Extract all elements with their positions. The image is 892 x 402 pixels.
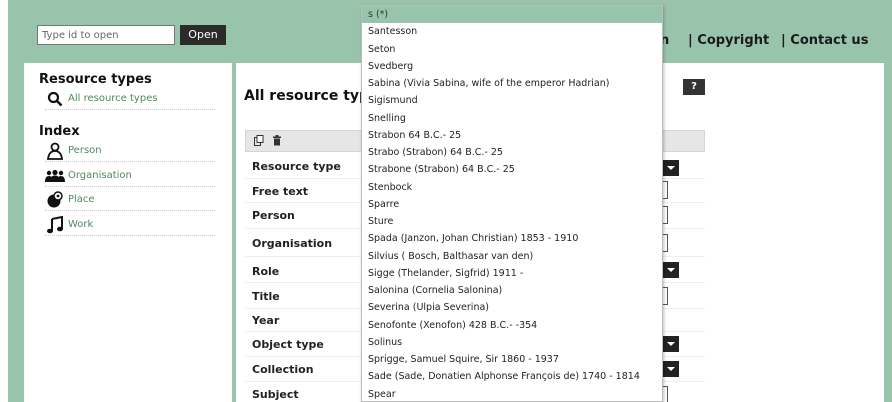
sidebar-item-all-resource-types[interactable]: All resource types (45, 88, 215, 110)
autocomplete-option[interactable]: Spear (362, 386, 662, 402)
field-label-collection: Collection (252, 363, 314, 376)
autocomplete-dropdown: s (*) Santesson Seton Svedberg Sabina (V… (361, 5, 663, 402)
field-label-subject: Subject (252, 388, 299, 401)
music-note-icon (45, 215, 65, 234)
role-select[interactable] (663, 262, 679, 278)
page-title: All resource typ (244, 88, 370, 104)
field-label-person: Person (252, 209, 295, 222)
free-text-input[interactable] (663, 181, 668, 199)
map-pin-icon (45, 190, 65, 209)
open-button[interactable]: Open (180, 25, 226, 45)
autocomplete-option[interactable]: Santesson (362, 23, 662, 40)
help-button[interactable]: ? (683, 79, 705, 95)
field-label-year: Year (252, 314, 280, 327)
autocomplete-option[interactable]: Sigismund (362, 92, 662, 109)
index-heading: Index (39, 124, 80, 139)
autocomplete-option[interactable]: Solinus (362, 334, 662, 351)
field-label-role: Role (252, 265, 280, 278)
resource-type-select[interactable] (663, 160, 679, 176)
organisation-input[interactable] (663, 234, 668, 252)
object-type-select[interactable] (663, 336, 679, 352)
subject-input[interactable] (663, 386, 668, 402)
search-icon (45, 90, 65, 108)
sidebar-item-work[interactable]: Work (45, 214, 215, 236)
autocomplete-option[interactable]: Strabone (Strabon) 64 B.C.- 25 (362, 161, 662, 178)
nav-link-copyright[interactable]: | Copyright (688, 33, 769, 48)
autocomplete-option[interactable]: Sabina (Vivia Sabina, wife of the empero… (362, 75, 662, 92)
field-label-title: Title (252, 290, 280, 303)
autocomplete-option[interactable]: Sigge (Thelander, Sigfrid) 1911 - (362, 265, 662, 282)
sidebar-item-label: Person (68, 145, 102, 156)
autocomplete-option[interactable]: Silvius ( Bosch, Balthasar van den) (362, 248, 662, 265)
autocomplete-option[interactable]: Sprigge, Samuel Squire, Sir 1860 - 1937 (362, 351, 662, 368)
autocomplete-option[interactable]: Senofonte (Xenofon) 428 B.C.- -354 (362, 317, 662, 334)
autocomplete-option[interactable]: Strabo (Strabon) 64 B.C.- 25 (362, 144, 662, 161)
person-input[interactable] (663, 206, 668, 224)
sidebar-item-label: All resource types (68, 93, 158, 104)
autocomplete-option[interactable]: Seton (362, 41, 662, 58)
trash-icon[interactable] (272, 135, 282, 149)
autocomplete-option[interactable]: Sparre (362, 196, 662, 213)
sidebar-item-label: Work (68, 219, 94, 230)
autocomplete-option[interactable]: Snelling (362, 110, 662, 127)
id-input[interactable] (37, 25, 175, 45)
autocomplete-option[interactable]: Salonina (Cornelia Salonina) (362, 282, 662, 299)
autocomplete-option[interactable]: Spada (Janzon, Johan Christian) 1853 - 1… (362, 230, 662, 247)
nav-link-contact[interactable]: | Contact us (781, 33, 868, 48)
group-icon (45, 167, 65, 185)
field-label-free-text: Free text (252, 185, 309, 198)
sidebar-item-label: Place (68, 194, 95, 205)
autocomplete-option[interactable]: Sade (Sade, Donatien Alphonse François d… (362, 368, 662, 385)
autocomplete-option[interactable]: Sture (362, 213, 662, 230)
sidebar-item-organisation[interactable]: Organisation (45, 165, 215, 187)
autocomplete-option-selected[interactable]: s (*) (362, 6, 662, 24)
resource-types-heading: Resource types (39, 72, 152, 87)
field-label-resource-type: Resource type (252, 160, 341, 173)
autocomplete-option[interactable]: Severina (Ulpia Severina) (362, 299, 662, 316)
autocomplete-option[interactable]: Strabon 64 B.C.- 25 (362, 127, 662, 144)
title-input[interactable] (663, 287, 668, 305)
collection-select[interactable] (663, 361, 679, 377)
field-label-object-type: Object type (252, 338, 324, 351)
autocomplete-option[interactable]: Svedberg (362, 58, 662, 75)
sidebar-item-label: Organisation (68, 170, 132, 181)
person-icon (45, 142, 65, 160)
autocomplete-option[interactable]: Stenbock (362, 179, 662, 196)
sidebar-item-person[interactable]: Person (45, 140, 215, 162)
copy-icon[interactable] (254, 135, 264, 149)
sidebar-item-place[interactable]: Place (45, 189, 215, 211)
field-label-organisation: Organisation (252, 237, 333, 250)
